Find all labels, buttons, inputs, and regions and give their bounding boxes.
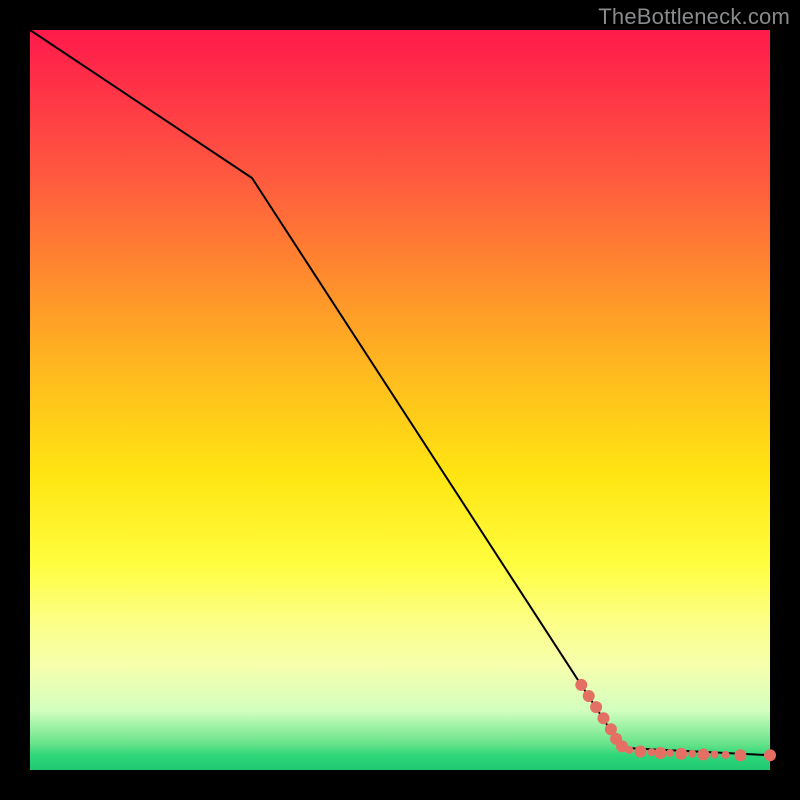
data-point	[675, 748, 687, 760]
chart-overlay	[30, 30, 770, 770]
data-point	[575, 679, 587, 691]
attribution-text: TheBottleneck.com	[598, 4, 790, 30]
curve-path	[30, 30, 770, 755]
data-point	[625, 746, 633, 754]
data-point	[697, 748, 709, 760]
marker-series	[575, 679, 776, 761]
data-point	[635, 746, 647, 758]
chart-container: TheBottleneck.com	[0, 0, 800, 800]
data-point	[764, 749, 776, 761]
data-point	[590, 701, 602, 713]
data-point	[666, 749, 674, 757]
data-point	[722, 751, 730, 759]
data-point	[583, 690, 595, 702]
data-point	[688, 750, 696, 758]
data-point	[598, 712, 610, 724]
data-point	[734, 749, 746, 761]
data-point	[711, 750, 719, 758]
line-series	[30, 30, 770, 755]
data-point	[654, 747, 666, 759]
data-point	[648, 748, 656, 756]
